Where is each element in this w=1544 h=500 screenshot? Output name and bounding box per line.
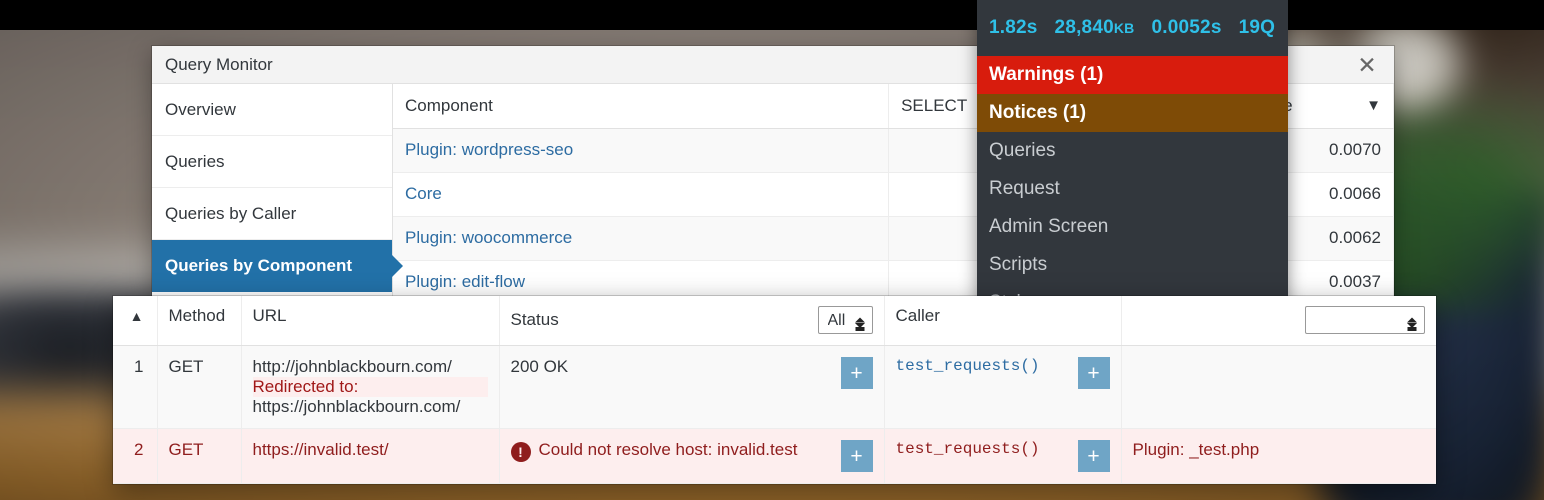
sidebar-item-label: Queries by Component — [165, 256, 352, 275]
cell-caller: test_requests() + — [884, 429, 1121, 484]
close-icon[interactable]: ✕ — [1350, 50, 1384, 80]
menu-item-request[interactable]: Request — [977, 170, 1288, 208]
admin-bar-summary[interactable]: 1.82s 28,840KB 0.0052s 19Q — [977, 0, 1288, 56]
column-header-component: Component — [393, 84, 889, 128]
cell-method: GET — [157, 346, 241, 429]
cell-status: 200 OK + — [499, 346, 884, 429]
http-api-calls-table: ▲ Method URL Status All — [113, 296, 1436, 484]
expand-row-button[interactable]: + — [841, 357, 873, 389]
redirect-url: https://johnblackbourn.com/ — [253, 397, 488, 417]
sidebar-item-queries-by-component[interactable]: Queries by Component — [152, 240, 392, 292]
menu-item-queries[interactable]: Queries — [977, 132, 1288, 170]
panel-title: Query Monitor — [152, 55, 273, 75]
expand-caller-button[interactable]: + — [1078, 440, 1110, 472]
menu-item-warnings[interactable]: Warnings (1) — [977, 56, 1288, 94]
status-text-wrap: ! Could not resolve host: invalid.test — [511, 440, 798, 460]
caller-function[interactable]: test_requests() — [896, 357, 1040, 375]
panel-sidebar: Overview Queries Queries by Caller Queri… — [152, 84, 393, 300]
sidebar-item-queries-by-caller[interactable]: Queries by Caller — [152, 188, 392, 240]
expand-caller-button[interactable]: + — [1078, 357, 1110, 389]
component-filter-select[interactable] — [1305, 306, 1425, 334]
table-row: 1 GET http://johnblackbourn.com/ Redirec… — [113, 346, 1436, 429]
menu-item-label: Warnings (1) — [989, 64, 1103, 85]
status-filter-select[interactable]: All — [818, 306, 873, 334]
cell-index: 1 — [113, 346, 157, 429]
column-header-url: URL — [241, 296, 499, 346]
screen: Query Monitor ✕ Overview Queries Queries… — [0, 0, 1544, 500]
caller-function[interactable]: test_requests() — [896, 440, 1040, 458]
column-label: Status — [511, 310, 559, 330]
menu-item-label: Notices (1) — [989, 102, 1086, 123]
column-header-method: Method — [157, 296, 241, 346]
status-text: Could not resolve host: invalid.test — [539, 440, 798, 459]
column-header-status: Status All — [499, 296, 884, 346]
sort-ascending-icon: ▲ — [130, 308, 144, 324]
menu-item-admin-screen[interactable]: Admin Screen — [977, 208, 1288, 246]
http-api-calls-panel: ▲ Method URL Status All — [113, 296, 1436, 484]
cell-component: Plugin: wordpress-seo — [393, 128, 889, 172]
menu-item-label: Request — [989, 178, 1060, 199]
cell-method: GET — [157, 429, 241, 484]
menu-item-scripts[interactable]: Scripts — [977, 246, 1288, 284]
error-icon: ! — [511, 442, 531, 462]
sidebar-item-label: Overview — [165, 100, 236, 119]
column-label: Component — [405, 96, 493, 115]
redirect-label: Redirected to: — [253, 377, 488, 397]
component-link[interactable]: Plugin: edit-flow — [405, 272, 525, 291]
cell-component: Plugin: woocommerce — [393, 216, 889, 260]
summary-page-time: 1.82s — [989, 17, 1038, 39]
table-row: 2 GET https://invalid.test/ ! Could not r… — [113, 429, 1436, 484]
request-url: http://johnblackbourn.com/ — [253, 357, 452, 376]
cell-component: Core — [393, 172, 889, 216]
cell-url: http://johnblackbourn.com/ Redirected to… — [241, 346, 499, 429]
cell-status: ! Could not resolve host: invalid.test + — [499, 429, 884, 484]
cell-url: https://invalid.test/ — [241, 429, 499, 484]
cell-component: Plugin: _test.php — [1121, 429, 1436, 484]
menu-item-label: Admin Screen — [989, 216, 1108, 237]
sidebar-item-label: Queries by Caller — [165, 204, 296, 223]
column-label: URL — [253, 306, 287, 325]
summary-memory: 28,840KB — [1055, 17, 1135, 39]
column-header-component — [1121, 296, 1436, 346]
sidebar-item-overview[interactable]: Overview — [152, 84, 392, 136]
component-link[interactable]: Plugin: woocommerce — [405, 228, 572, 247]
cell-caller: test_requests() + — [884, 346, 1121, 429]
cell-component: Plugin: edit-flow — [393, 260, 889, 300]
sidebar-item-label: Queries — [165, 152, 225, 171]
status-text: 200 OK — [511, 357, 569, 377]
status-filter[interactable]: All — [818, 306, 873, 334]
component-filter[interactable] — [1305, 306, 1425, 334]
summary-query-count: 19Q — [1239, 17, 1276, 39]
expand-row-button[interactable]: + — [841, 440, 873, 472]
table-header-row: ▲ Method URL Status All — [113, 296, 1436, 346]
sidebar-item-queries[interactable]: Queries — [152, 136, 392, 188]
cell-component — [1121, 346, 1436, 429]
cell-index: 2 — [113, 429, 157, 484]
column-label: SELECT — [901, 96, 967, 116]
column-label: Method — [169, 306, 226, 325]
summary-db-time: 0.0052s — [1152, 17, 1222, 39]
column-label: Caller — [896, 306, 940, 325]
component-link[interactable]: Plugin: wordpress-seo — [405, 140, 573, 159]
menu-item-label: Scripts — [989, 254, 1047, 275]
request-url: https://invalid.test/ — [253, 440, 389, 459]
component-link[interactable]: Core — [405, 184, 442, 203]
column-header-index[interactable]: ▲ — [113, 296, 157, 346]
menu-item-notices[interactable]: Notices (1) — [977, 94, 1288, 132]
menu-item-label: Queries — [989, 140, 1056, 161]
column-header-caller: Caller — [884, 296, 1121, 346]
chevron-down-icon: ▼ — [1366, 97, 1381, 114]
